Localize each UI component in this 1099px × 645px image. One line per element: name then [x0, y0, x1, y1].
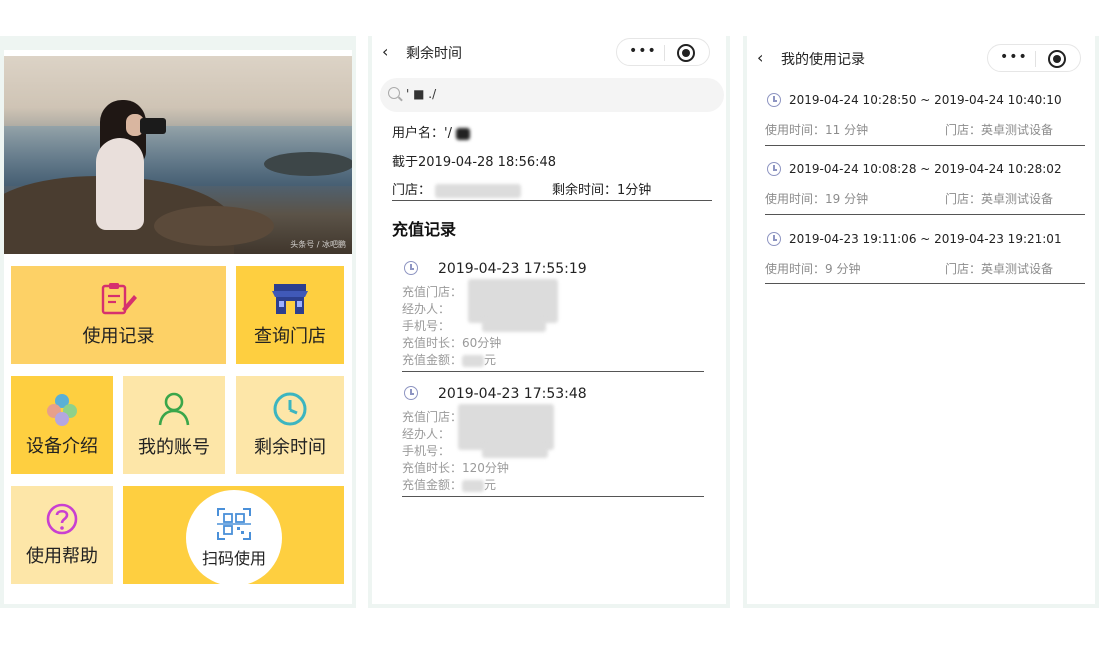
help-label: 使用帮助: [26, 546, 98, 567]
mini-program-capsule: •••: [616, 38, 710, 66]
qr-scan-icon: [217, 508, 251, 540]
usage-duration: 使用时间：11 分钟: [765, 123, 869, 137]
clock-icon: [273, 392, 307, 426]
search-icon: [388, 87, 400, 99]
storefront-icon: [272, 284, 308, 314]
usage-duration: 使用时间：19 分钟: [765, 192, 869, 206]
mini-program-capsule: •••: [987, 44, 1081, 72]
search-value: ' ■ ./: [406, 87, 437, 101]
clock-icon: [404, 261, 418, 275]
record-amount: 充值金额：元: [402, 478, 497, 492]
clock-icon: [404, 386, 418, 400]
device-intro-label: 设备介绍: [26, 436, 98, 457]
store-remaining-row: 门店： 剩余时间：1分钟: [392, 179, 712, 198]
usage-range: 2019-04-23 19:11:06 ~ 2019-04-23 19:21:0…: [789, 232, 1062, 246]
nav-bar: ‹ 剩余时间 •••: [372, 36, 726, 70]
home-screen: 头条号 / 冰吧鹏 使用记录 查询门店 设备介绍 我的账号 剩余时间 使用帮助 …: [0, 36, 356, 608]
clock-icon: [767, 232, 781, 246]
record-store: 充值门店：: [402, 285, 463, 299]
usage-records-screen: ‹ 我的使用记录 ••• 2019-04-24 10:28:50 ~ 2019-…: [743, 36, 1099, 608]
remaining-time-label: 剩余时间: [254, 437, 326, 458]
record-amount: 充值金额：元: [402, 353, 497, 367]
clock-icon: [767, 162, 781, 176]
close-target-icon[interactable]: [1048, 50, 1066, 68]
record-duration: 充值时长：120分钟: [402, 461, 509, 475]
username-value: '/: [444, 126, 452, 141]
usage-duration: 使用时间：9 分钟: [765, 262, 861, 276]
divider: [402, 371, 704, 372]
back-button[interactable]: ‹: [382, 42, 388, 61]
back-button[interactable]: ‹: [757, 48, 763, 67]
scan-label: 扫码使用: [201, 549, 266, 568]
usage-store: 门店：英卓测试设备: [945, 262, 1054, 276]
colored-dots-icon: [47, 394, 77, 426]
usage-range: 2019-04-24 10:08:28 ~ 2019-04-24 10:28:0…: [789, 162, 1062, 176]
search-input[interactable]: ' ■ ./: [380, 78, 724, 112]
record-duration: 充值时长：60分钟: [402, 336, 502, 350]
usage-records-label: 使用记录: [82, 326, 155, 347]
banner-photo: 头条号 / 冰吧鹏: [4, 56, 352, 254]
remaining-time-value: 剩余时间：1分钟: [552, 183, 652, 198]
question-circle-icon: [46, 503, 78, 535]
record-phone: 手机号：: [402, 319, 451, 333]
record-agent: 经办人：: [402, 427, 451, 441]
divider: [765, 214, 1085, 215]
record-datetime: 2019-04-23 17:55:19: [438, 261, 587, 277]
usage-store: 门店：英卓测试设备: [945, 192, 1054, 206]
page-title: 剩余时间: [406, 46, 462, 62]
usage-range: 2019-04-24 10:28:50 ~ 2019-04-24 10:40:1…: [789, 93, 1062, 107]
cutoff-time: 截于2019-04-28 18:56:48: [392, 155, 557, 170]
record-phone: 手机号：: [402, 444, 451, 458]
remaining-time-tile[interactable]: 剩余时间: [236, 376, 344, 474]
device-intro-tile[interactable]: 设备介绍: [11, 376, 113, 474]
clock-icon: [767, 93, 781, 107]
help-tile[interactable]: 使用帮助: [11, 486, 113, 584]
find-store-label: 查询门店: [254, 326, 326, 347]
my-account-label: 我的账号: [138, 437, 210, 458]
remaining-time-screen: ‹ 剩余时间 ••• ' ■ ./ 用户名：'/ 截于2019-04-28 18…: [368, 36, 730, 608]
scan-button[interactable]: 扫码使用: [186, 490, 282, 586]
username-label: 用户名：: [392, 126, 445, 141]
my-account-tile[interactable]: 我的账号: [123, 376, 225, 474]
store-label: 门店：: [392, 183, 432, 198]
divider: [392, 200, 712, 201]
divider: [765, 283, 1085, 284]
find-store-tile[interactable]: 查询门店: [236, 266, 344, 364]
recharge-records-heading: 充值记录: [392, 220, 457, 239]
record-datetime: 2019-04-23 17:53:48: [438, 386, 587, 402]
usage-store: 门店：英卓测试设备: [945, 123, 1054, 137]
close-target-icon[interactable]: [677, 44, 695, 62]
banner-watermark: 头条号 / 冰吧鹏: [290, 240, 346, 249]
nav-bar: ‹ 我的使用记录 •••: [747, 42, 1095, 76]
divider: [402, 496, 704, 497]
person-outline-icon: [158, 392, 190, 426]
notepad-pen-icon: [101, 283, 137, 315]
divider: [765, 145, 1085, 146]
username-row: 用户名：'/: [392, 122, 471, 141]
scan-tile[interactable]: 扫码使用: [123, 486, 344, 586]
page-title: 我的使用记录: [781, 52, 865, 68]
usage-records-tile[interactable]: 使用记录: [11, 266, 226, 364]
record-store: 充值门店：: [402, 410, 463, 424]
record-agent: 经办人：: [402, 302, 451, 316]
more-icon[interactable]: •••: [629, 43, 657, 59]
more-icon[interactable]: •••: [1000, 49, 1028, 65]
